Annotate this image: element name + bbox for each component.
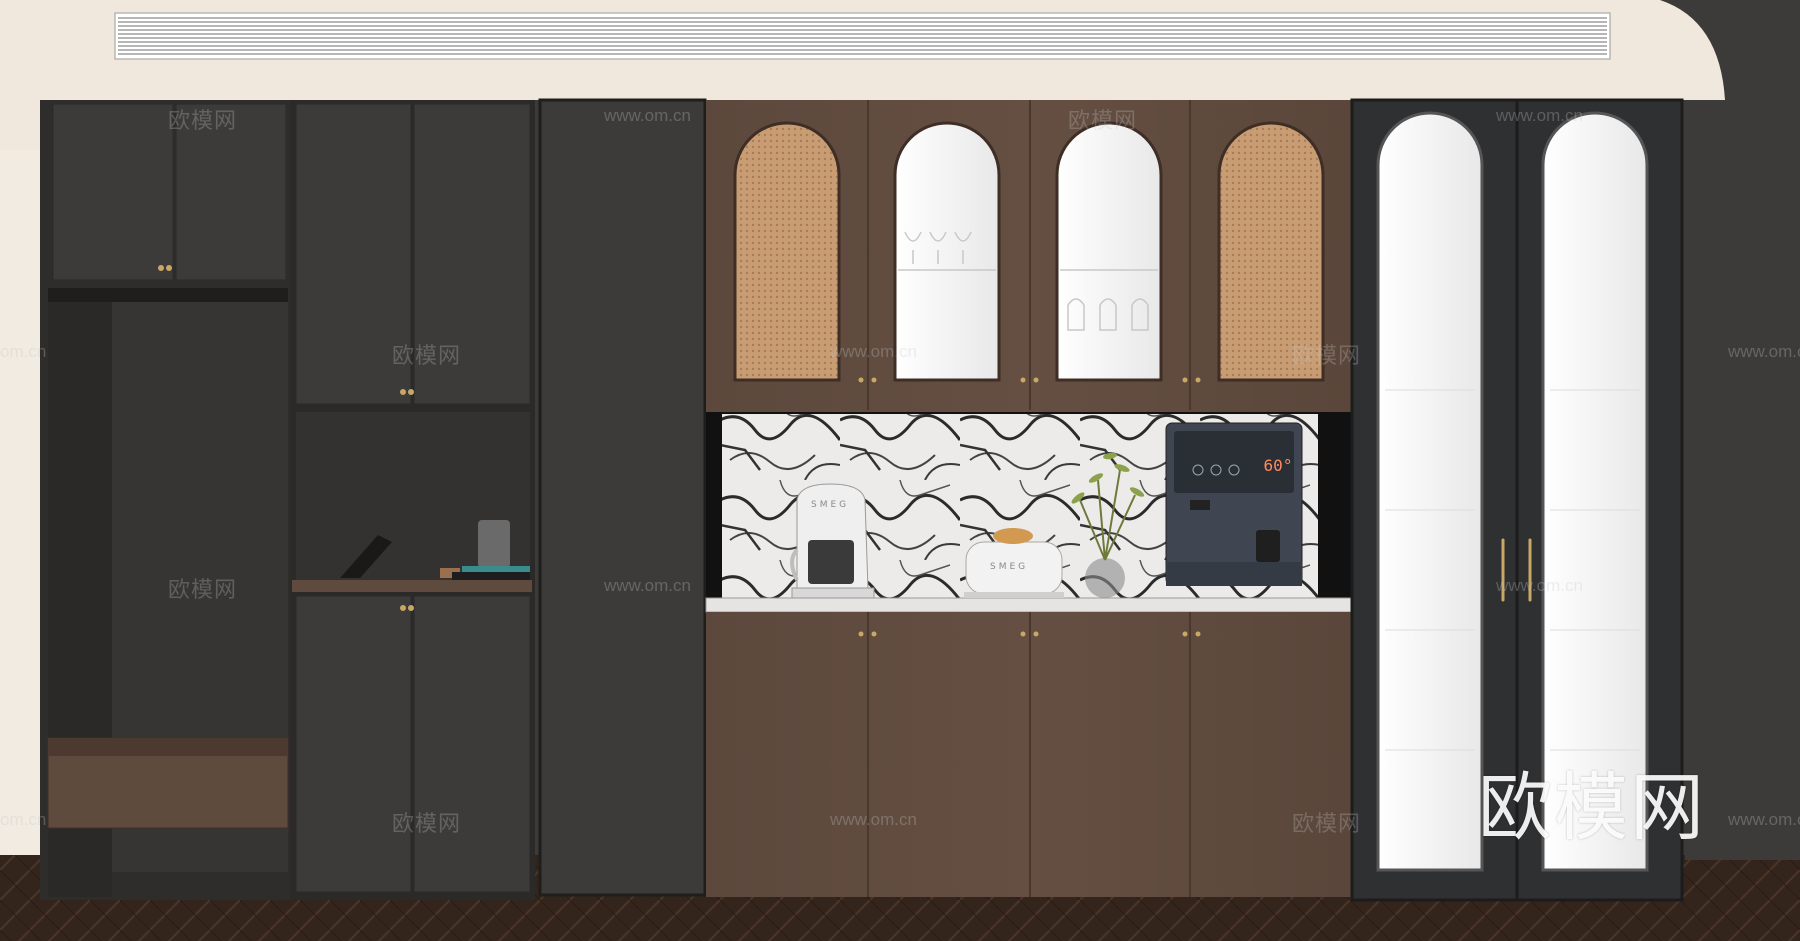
second-niche-shelf [292,580,532,592]
watermark-url-5: www.om.cn [1496,576,1583,595]
ac-vent [114,12,1611,60]
watermark-big-logo: 欧模网 [1478,765,1706,851]
glass-arch-panel-center-right [1055,121,1163,382]
watermark-url-3: www.om.cn [830,342,917,361]
watermark-url-7: www.om.cn [1728,342,1800,361]
watermark-url-1: www.om.cn [604,106,691,125]
water-dispenser-display: 60° [1263,456,1293,475]
second-lower-door-a [295,595,412,893]
watermark-brand-5: 欧模网 [1068,109,1138,134]
second-lower-door-b [413,595,531,893]
watermark-brand-6: 欧模网 [1292,344,1362,369]
toaster-brand: SMEG [990,562,1029,572]
watermark-brand-1: 欧模网 [168,109,238,134]
watermark-url-6: www.om.cn [830,810,917,829]
rattan-arch-panel-left [733,121,841,382]
coffee-maker-brand: SMEG [811,500,850,510]
left-wall [0,140,40,860]
ceiling-beam-left [0,100,40,150]
watermark-url-short-1: om.cn [0,342,47,361]
watermark-brand-3: 欧模网 [168,578,238,603]
watermark-url-4: www.om.cn [604,576,691,595]
upper-left-door-a [52,103,174,281]
watermark-brand-7: 欧模网 [1292,812,1362,837]
water-dispenser [1165,422,1303,586]
wood-cabinet-lower [706,612,1351,897]
watermark-brand-4: 欧模网 [392,812,462,837]
watermark-url-2: www.om.cn [1496,106,1583,125]
left-shelf-top [48,288,288,302]
glass-door-left [1376,111,1484,872]
marble-countertop [705,597,1352,613]
right-wall [1685,100,1800,860]
watermark-url-8: www.om.cn [1728,810,1800,829]
watermark-url-short-2: om.cn [0,810,47,829]
watermark-brand-2: 欧模网 [392,344,462,369]
tall-cabinet [538,98,707,897]
